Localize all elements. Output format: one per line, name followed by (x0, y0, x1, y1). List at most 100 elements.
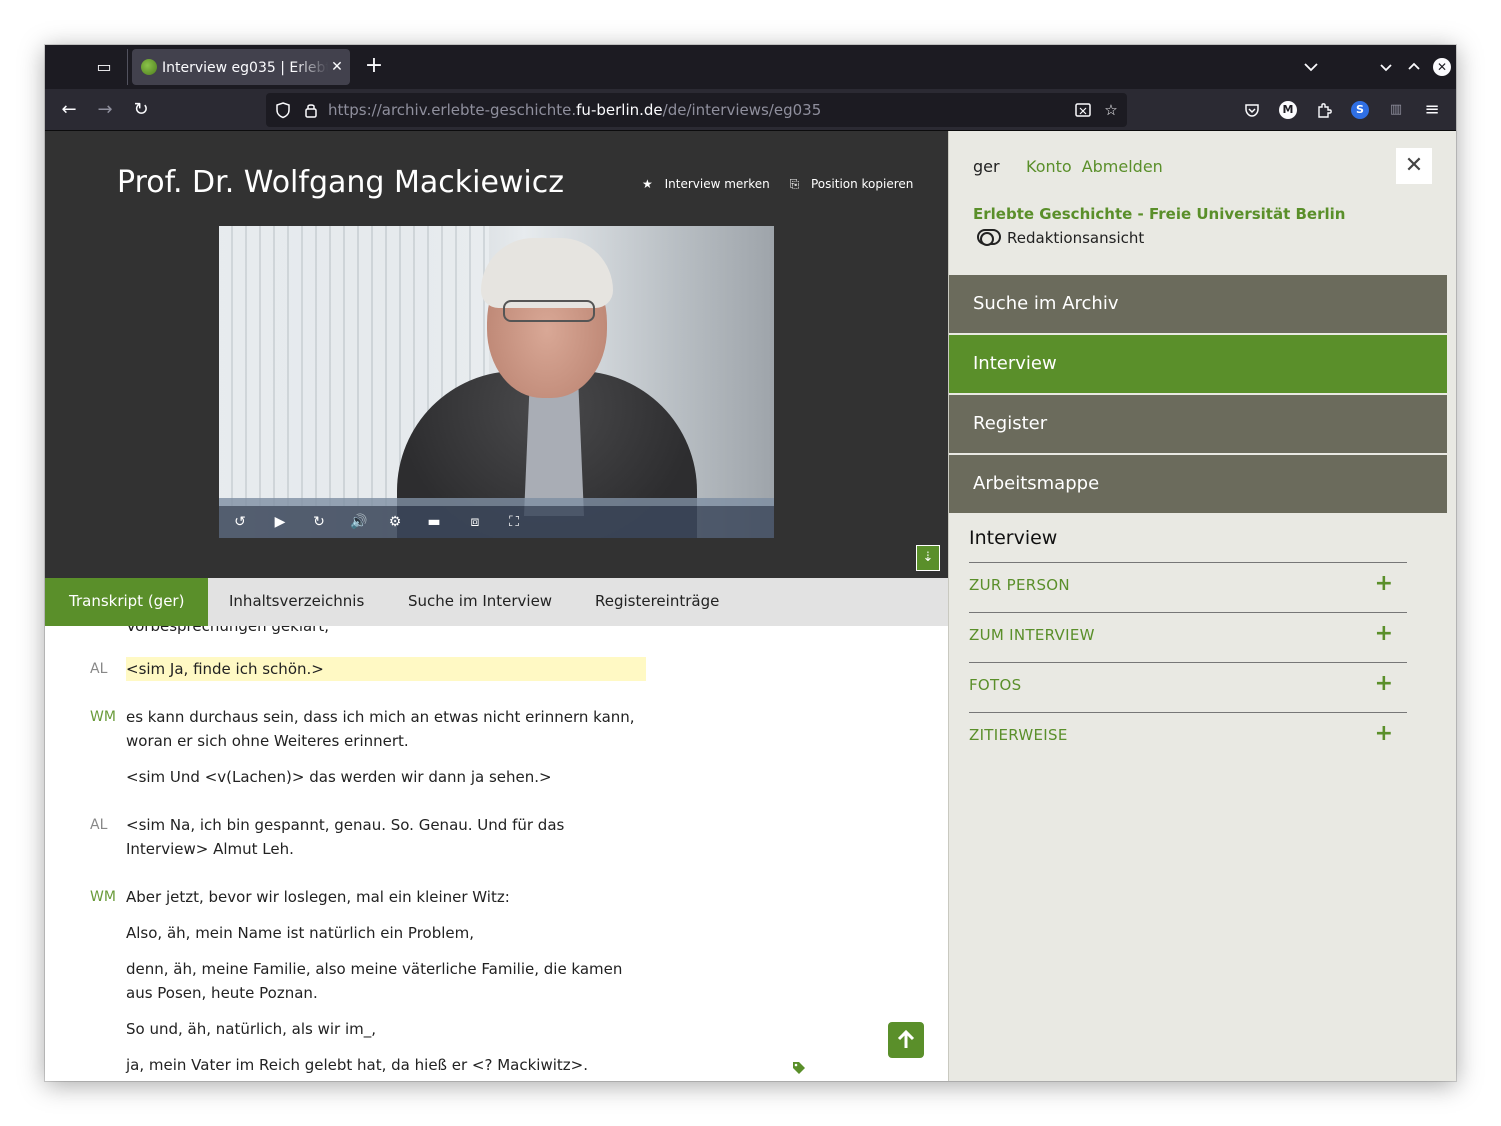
sort-icon[interactable]: ⇣ (916, 545, 940, 571)
reload-icon[interactable]: ↻ (128, 97, 154, 123)
url-domain: fu-berlin.de (576, 101, 663, 119)
tab-list-icon[interactable] (1300, 57, 1322, 77)
plus-icon[interactable]: + (1375, 621, 1393, 646)
extension-m-icon[interactable]: M (1279, 101, 1297, 119)
transcript-line[interactable]: Also, äh, mein Name ist natürlich ein Pr… (126, 921, 651, 945)
logout-link[interactable]: Abmelden (1082, 157, 1163, 176)
tag-icon[interactable] (792, 1061, 806, 1075)
copy-position-label: Position kopieren (811, 177, 914, 191)
menu-register[interactable]: Register (949, 395, 1447, 453)
transcript-line[interactable]: Vorbesprechungen geklärt, (126, 626, 651, 638)
video-player[interactable]: ↺ ▶ ↻ 🔊 ⚙ ▬ ⧈ ⛶ (219, 226, 774, 538)
url-text[interactable]: https://archiv.erlebte-geschichte.fu-ber… (328, 100, 821, 120)
translate-icon[interactable] (1074, 101, 1092, 119)
page-content: Prof. Dr. Wolfgang Mackiewicz ★ Intervie… (45, 131, 1456, 1081)
tab-contents[interactable]: Inhaltsverzeichnis (205, 578, 388, 626)
tab-separator (127, 49, 128, 85)
accordion-fotos[interactable]: FOTOS + (969, 662, 1407, 712)
copy-position-link[interactable]: ⎘ Position kopieren (790, 177, 922, 191)
tab-search-interview[interactable]: Suche im Interview (384, 578, 576, 626)
forward-icon[interactable]: → (92, 97, 118, 123)
transcript-line[interactable]: denn, äh, meine Familie, also meine väte… (126, 957, 651, 1005)
video-progress-bar[interactable] (219, 498, 774, 506)
speaker-label: AL (90, 661, 108, 677)
volume-icon[interactable]: 🔊 (349, 512, 369, 532)
tab-title: Interview eg035 | Erlebte Geschichte (162, 60, 328, 76)
accordion-zum-interview[interactable]: ZUM INTERVIEW + (969, 612, 1407, 662)
header-actions: ★ Interview merken ⎘ Position kopieren (642, 177, 929, 192)
url-path: /de/interviews/eg035 (662, 101, 822, 119)
sidebar: ger Konto Abmelden ✕ Erlebte Geschichte -… (948, 131, 1456, 1081)
accordion-label: ZUM INTERVIEW (969, 626, 1095, 644)
minimize-icon[interactable] (1376, 57, 1396, 77)
account-link[interactable]: Konto (1026, 157, 1072, 176)
browser-tab[interactable]: Interview eg035 | Erlebte Geschichte ✕ (132, 49, 350, 85)
menu-interview[interactable]: Interview (949, 335, 1447, 393)
plus-icon[interactable]: + (1375, 721, 1393, 746)
transcript-line[interactable]: So und, äh, natürlich, als wir im_, (126, 1017, 651, 1041)
maximize-icon[interactable] (1404, 57, 1424, 77)
video-frame-glasses (503, 300, 595, 322)
account-links: Konto Abmelden (1026, 157, 1173, 176)
accordion-zur-person[interactable]: ZUR PERSON + (969, 562, 1407, 612)
browser-window: ▭ Interview eg035 | Erlebte Geschichte ✕… (45, 45, 1456, 1081)
plus-icon[interactable]: + (1375, 571, 1393, 596)
accordion-label: ZUR PERSON (969, 576, 1070, 594)
transcript-line[interactable]: ja, mein Vater im Reich gelebt hat, da h… (126, 1053, 651, 1077)
subtitles-icon[interactable]: ▬ (424, 512, 444, 532)
tab-transcript[interactable]: Transkript (ger) (45, 578, 209, 626)
accordion-label: ZITIERWEISE (969, 726, 1068, 744)
menu-archive-search[interactable]: Suche im Archiv (949, 275, 1447, 333)
video-frame-hair (481, 238, 613, 308)
plus-icon[interactable]: + (1375, 671, 1393, 696)
reader-view-icon[interactable]: ▥ (1387, 101, 1405, 119)
transcript-tabs: Transkript (ger) Inhaltsverzeichnis Such… (45, 578, 948, 626)
accordion-label: FOTOS (969, 676, 1022, 694)
url-bar[interactable]: https://archiv.erlebte-geschichte.fu-ber… (266, 93, 1127, 127)
language-selector[interactable]: ger (973, 157, 1000, 176)
star-icon: ★ (642, 177, 653, 191)
play-icon[interactable]: ▶ (270, 512, 290, 532)
forward-skip-icon[interactable]: ↻ (309, 512, 329, 532)
copy-icon: ⎘ (789, 177, 800, 191)
shield-icon[interactable] (274, 101, 292, 119)
scroll-to-top-button[interactable] (888, 1022, 924, 1058)
fullscreen-icon[interactable]: ⛶ (504, 512, 524, 532)
transcript-line[interactable]: Aber jetzt, bevor wir loslegen, mal ein … (126, 885, 651, 909)
tab-register-entries[interactable]: Registereinträge (571, 578, 743, 626)
institution-name[interactable]: Erlebte Geschichte - Freie Universität B… (973, 205, 1345, 223)
lock-icon[interactable] (302, 101, 320, 119)
app-menu-icon[interactable]: ≡ (1423, 101, 1441, 119)
bookmark-interview-label: Interview merken (664, 177, 770, 191)
menu-workbook[interactable]: Arbeitsmappe (949, 455, 1447, 513)
close-tab-icon[interactable]: ✕ (329, 57, 345, 77)
extension-s-icon[interactable]: S (1351, 101, 1369, 119)
close-sidebar-icon[interactable]: ✕ (1396, 148, 1432, 184)
interview-header: Prof. Dr. Wolfgang Mackiewicz ★ Intervie… (45, 131, 948, 578)
tab-bar: ▭ Interview eg035 | Erlebte Geschichte ✕… (45, 45, 1456, 89)
transcript-line[interactable]: <sim Und <v(Lachen)> das werden wir dann… (126, 765, 651, 789)
close-window-icon[interactable]: ✕ (1433, 58, 1451, 76)
editorial-view-toggle[interactable]: Redaktionsansicht (977, 229, 1144, 247)
interviewee-name: Prof. Dr. Wolfgang Mackiewicz (117, 165, 565, 200)
section-title: Interview (969, 527, 1058, 549)
new-tab-icon[interactable]: + (363, 55, 385, 79)
rewind-icon[interactable]: ↺ (230, 512, 250, 532)
pocket-icon[interactable] (1243, 101, 1261, 119)
transcript-line[interactable]: <sim Na, ich bin gespannt, genau. So. Ge… (126, 813, 651, 861)
extensions-puzzle-icon[interactable] (1315, 101, 1333, 119)
accordion-zitierweise[interactable]: ZITIERWEISE + (969, 712, 1407, 762)
nav-bar: ← → ↻ https://archiv.erlebte-geschichte.… (45, 89, 1456, 131)
video-controls: ↺ ▶ ↻ 🔊 ⚙ ▬ ⧈ ⛶ (219, 506, 774, 538)
toggle-icon[interactable] (977, 229, 1001, 246)
tab-overview-icon[interactable]: ▭ (93, 57, 115, 77)
picture-in-picture-icon[interactable]: ⧈ (465, 512, 485, 532)
back-icon[interactable]: ← (56, 97, 82, 123)
transcript-line-highlighted[interactable]: <sim Ja, finde ich schön.> (126, 657, 646, 681)
site-favicon-icon (141, 59, 157, 75)
bookmark-interview-link[interactable]: ★ Interview merken (642, 177, 778, 191)
transcript-line[interactable]: es kann durchaus sein, dass ich mich an … (126, 705, 651, 753)
settings-gear-icon[interactable]: ⚙ (385, 512, 405, 532)
bookmark-star-icon[interactable]: ☆ (1102, 101, 1120, 119)
arrow-up-icon (897, 1029, 915, 1048)
